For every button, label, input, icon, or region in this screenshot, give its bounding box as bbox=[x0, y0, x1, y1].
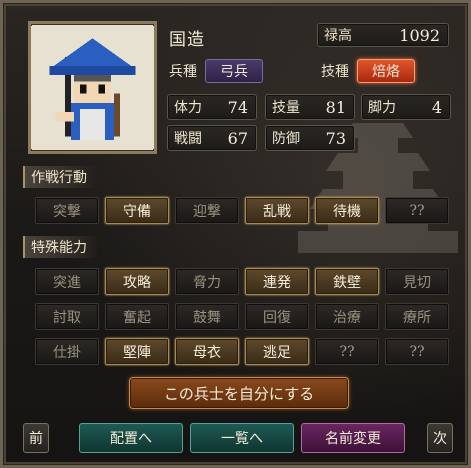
tactic-button[interactable]: 乱戦 bbox=[245, 197, 309, 224]
stat-label: 戦闘 bbox=[174, 131, 202, 147]
tactic-button[interactable]: ?? bbox=[385, 197, 449, 224]
stat-label: 体力 bbox=[174, 100, 202, 116]
unit-detail-panel: 国造 禄高 1092 兵種 弓兵 技種 焙烙 体力 74 技量 81 脚力 4 … bbox=[0, 0, 471, 468]
stat-value: 73 bbox=[325, 128, 346, 148]
ability-button[interactable]: 仕掛 bbox=[35, 338, 99, 365]
abilities-section-title: 特殊能力 bbox=[23, 236, 99, 258]
tactic-button[interactable]: 迎撃 bbox=[175, 197, 239, 224]
stat-label: 技量 bbox=[272, 100, 300, 116]
skill-type-label: 技種 bbox=[321, 64, 349, 80]
stat-label: 脚力 bbox=[368, 100, 396, 116]
deploy-button[interactable]: 配置へ bbox=[79, 423, 183, 453]
ability-button[interactable]: 突進 bbox=[35, 268, 99, 295]
ability-button[interactable]: ?? bbox=[385, 338, 449, 365]
stat-combat: 戦闘 67 bbox=[167, 125, 257, 151]
ability-button[interactable]: 見切 bbox=[385, 268, 449, 295]
stat-hp: 体力 74 bbox=[167, 94, 257, 120]
next-button[interactable]: 次 bbox=[427, 423, 453, 453]
ability-button[interactable]: 堅陣 bbox=[105, 338, 169, 365]
tactics-grid: 突撃 守備 迎撃 乱戦 待機?? bbox=[35, 197, 449, 224]
ability-button[interactable]: 脅力 bbox=[175, 268, 239, 295]
stat-value: 67 bbox=[227, 128, 248, 148]
stat-value: 81 bbox=[325, 97, 346, 117]
list-button[interactable]: 一覧へ bbox=[190, 423, 294, 453]
tactic-button[interactable]: 突撃 bbox=[35, 197, 99, 224]
troop-type-label: 兵種 bbox=[169, 64, 197, 80]
stat-defense: 防御 73 bbox=[265, 125, 355, 151]
ability-button[interactable]: 母衣 bbox=[175, 338, 239, 365]
ability-button[interactable]: ?? bbox=[315, 338, 379, 365]
tactics-section-title: 作戦行動 bbox=[23, 166, 99, 188]
claim-soldier-button[interactable]: この兵士を自分にする bbox=[129, 377, 349, 409]
abilities-grid: 突進 攻略 脅力 連発 鉄壁 見切討取 奮起 鼓舞 回復 治療 療所仕掛 堅陣 母衣 逃足???? bbox=[35, 268, 449, 365]
rename-button[interactable]: 名前変更 bbox=[301, 423, 405, 453]
stat-leg: 脚力 4 bbox=[361, 94, 451, 120]
unit-portrait bbox=[28, 21, 157, 154]
salary-value: 1092 bbox=[399, 25, 440, 45]
troop-type-value: 弓兵 bbox=[205, 59, 263, 83]
ability-button[interactable]: 鼓舞 bbox=[175, 303, 239, 330]
ability-button[interactable]: 連発 bbox=[245, 268, 309, 295]
ability-button[interactable]: 逃足 bbox=[245, 338, 309, 365]
ability-button[interactable]: 鉄壁 bbox=[315, 268, 379, 295]
skill-type-value: 焙烙 bbox=[357, 59, 415, 83]
tactic-button[interactable]: 待機 bbox=[315, 197, 379, 224]
ability-button[interactable]: 攻略 bbox=[105, 268, 169, 295]
salary-display: 禄高 1092 bbox=[317, 23, 449, 47]
stat-value: 74 bbox=[227, 97, 248, 117]
stat-skill: 技量 81 bbox=[265, 94, 355, 120]
ability-button[interactable]: 治療 bbox=[315, 303, 379, 330]
ability-button[interactable]: 奮起 bbox=[105, 303, 169, 330]
salary-label: 禄高 bbox=[324, 28, 352, 44]
unit-name: 国造 bbox=[169, 30, 205, 50]
ability-button[interactable]: 回復 bbox=[245, 303, 309, 330]
ability-button[interactable]: 療所 bbox=[385, 303, 449, 330]
stat-value: 4 bbox=[431, 97, 442, 117]
stat-label: 防御 bbox=[272, 131, 300, 147]
prev-button[interactable]: 前 bbox=[23, 423, 49, 453]
tactic-button[interactable]: 守備 bbox=[105, 197, 169, 224]
troop-type-row: 兵種 弓兵 bbox=[169, 59, 263, 83]
archer-soldier-icon bbox=[31, 26, 154, 149]
ability-button[interactable]: 討取 bbox=[35, 303, 99, 330]
skill-type-row: 技種 焙烙 bbox=[321, 59, 415, 83]
